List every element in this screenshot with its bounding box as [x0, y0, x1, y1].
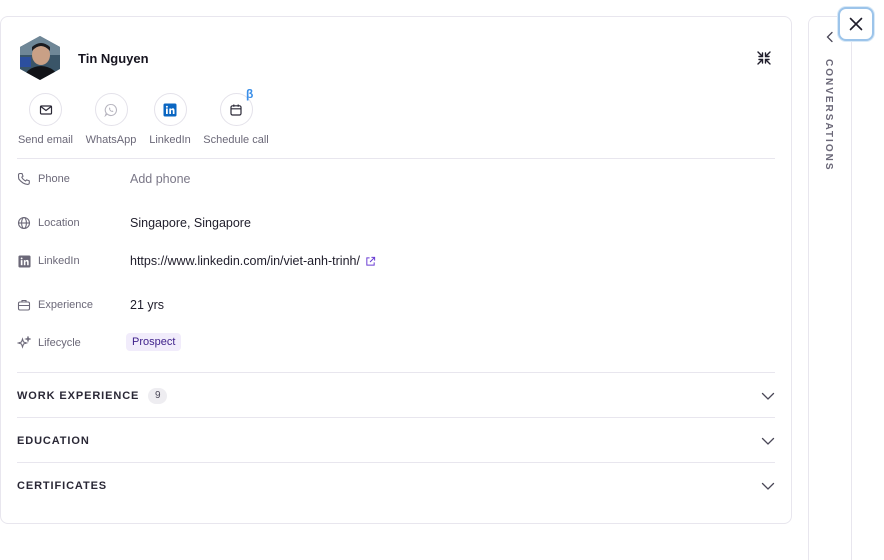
- profile-card: Tin Nguyen Send email WhatsApp LinkedIn …: [0, 16, 792, 524]
- linkedin-button[interactable]: LinkedIn: [148, 93, 192, 146]
- profile-name: Tin Nguyen: [78, 50, 149, 66]
- send-email-button[interactable]: Send email: [17, 93, 74, 146]
- education-title: EDUCATION: [17, 434, 90, 447]
- close-icon: [849, 17, 863, 31]
- certificates-title: CERTIFICATES: [17, 479, 108, 492]
- linkedin-small-icon: [17, 254, 31, 268]
- location-field: Location: [17, 213, 122, 233]
- work-experience-count: 9: [148, 387, 168, 404]
- divider: [17, 158, 775, 159]
- phone-field: Phone: [17, 169, 122, 189]
- mail-icon: [39, 104, 52, 115]
- lifecycle-field: Lifecycle: [17, 333, 122, 353]
- phone-icon: [17, 172, 31, 186]
- whatsapp-button[interactable]: WhatsApp: [85, 93, 137, 146]
- linkedin-circle: [153, 93, 187, 126]
- location-value[interactable]: Singapore, Singapore: [130, 213, 251, 233]
- phone-label: Phone: [38, 173, 70, 185]
- avatar[interactable]: [17, 35, 63, 81]
- education-section[interactable]: EDUCATION: [17, 418, 775, 463]
- whatsapp-circle: [94, 93, 128, 126]
- briefcase-icon: [17, 298, 31, 312]
- collapse-icon[interactable]: [755, 49, 773, 67]
- work-experience-section[interactable]: WORK EXPERIENCE 9: [17, 373, 775, 418]
- linkedin-url-link[interactable]: https://www.linkedin.com/in/viet-anh-tri…: [130, 254, 360, 268]
- chevron-down-icon[interactable]: [761, 389, 775, 403]
- conversations-label: CONVERSATIONS: [823, 59, 834, 172]
- schedule-call-label: Schedule call: [203, 134, 269, 146]
- globe-icon: [17, 216, 31, 230]
- whatsapp-icon: [104, 103, 117, 117]
- location-label: Location: [38, 217, 80, 229]
- experience-label: Experience: [38, 299, 94, 311]
- work-experience-title: WORK EXPERIENCE: [17, 389, 140, 402]
- schedule-call-button[interactable]: Schedule call β: [202, 87, 270, 146]
- linkedin-icon: [163, 103, 177, 116]
- calendar-icon: [230, 104, 242, 116]
- chevron-down-icon[interactable]: [761, 434, 775, 448]
- send-email-circle: [29, 93, 62, 126]
- linkedin-label: LinkedIn: [149, 134, 191, 146]
- linkedin-field: LinkedIn: [17, 251, 122, 271]
- lifecycle-badge[interactable]: Prospect: [126, 333, 182, 351]
- close-button[interactable]: [838, 7, 874, 41]
- conversations-rail[interactable]: CONVERSATIONS: [808, 16, 852, 560]
- certificates-section[interactable]: CERTIFICATES: [17, 463, 775, 508]
- experience-field: Experience: [17, 295, 122, 315]
- sparkle-icon: [17, 336, 31, 350]
- linkedin-url: https://www.linkedin.com/in/viet-anh-tri…: [130, 251, 376, 271]
- send-email-label: Send email: [17, 134, 74, 146]
- external-link-icon[interactable]: [365, 256, 376, 267]
- beta-badge: β: [246, 87, 254, 101]
- experience-value: 21 yrs: [130, 298, 165, 312]
- profile-header: Tin Nguyen: [17, 35, 149, 81]
- chevron-down-icon[interactable]: [761, 479, 775, 493]
- linkedin-field-label: LinkedIn: [38, 255, 80, 267]
- chevron-left-icon[interactable]: [824, 31, 836, 43]
- lifecycle-label: Lifecycle: [38, 337, 81, 349]
- phone-input[interactable]: Add phone: [130, 169, 190, 189]
- whatsapp-label: WhatsApp: [85, 134, 137, 146]
